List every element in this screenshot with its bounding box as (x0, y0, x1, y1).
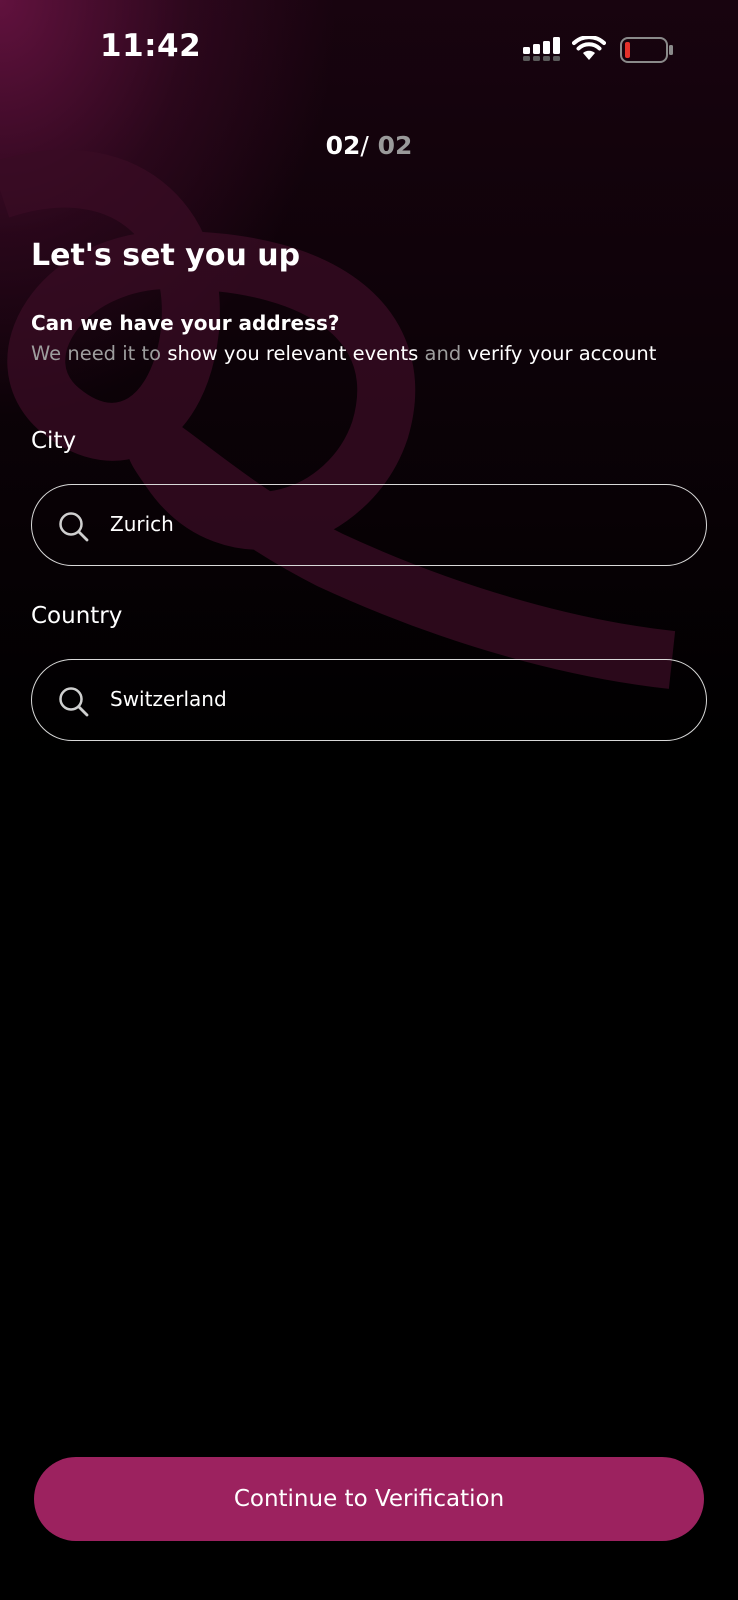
step-total: 02 (368, 131, 413, 160)
country-field[interactable]: Switzerland (31, 659, 707, 741)
status-time: 11:42 (100, 28, 202, 64)
explanation-part-4: verify your account (467, 342, 657, 365)
city-field[interactable]: Zurich (31, 484, 707, 566)
wifi-icon (572, 36, 606, 60)
status-bar: 11:42 (0, 0, 738, 100)
search-icon (59, 687, 89, 717)
step-separator: / (360, 131, 369, 160)
city-label: City (31, 428, 77, 454)
address-setup-screen: 11:42 02/ 02 Let's set you up Can we hav… (0, 0, 738, 1600)
background-glow (0, 0, 738, 760)
country-label: Country (31, 603, 123, 629)
step-counter: 02/ 02 (0, 131, 738, 160)
brand-watermark-icon (0, 149, 676, 689)
battery-low-icon (620, 37, 673, 63)
country-field-value[interactable]: Switzerland (110, 687, 227, 711)
continue-to-verification-button[interactable]: Continue to Verification (34, 1457, 704, 1541)
address-explanation: We need it to show you relevant events a… (31, 342, 656, 365)
explanation-part-2: show you relevant events (167, 342, 419, 365)
search-icon (59, 512, 89, 542)
explanation-part-1: We need it to (31, 342, 168, 365)
step-current: 02 (325, 131, 361, 160)
address-question: Can we have your address? (31, 311, 340, 335)
page-title: Let's set you up (31, 238, 301, 273)
signal-icon (523, 37, 560, 61)
explanation-part-3: and (418, 342, 468, 365)
city-field-value[interactable]: Zurich (110, 512, 174, 536)
